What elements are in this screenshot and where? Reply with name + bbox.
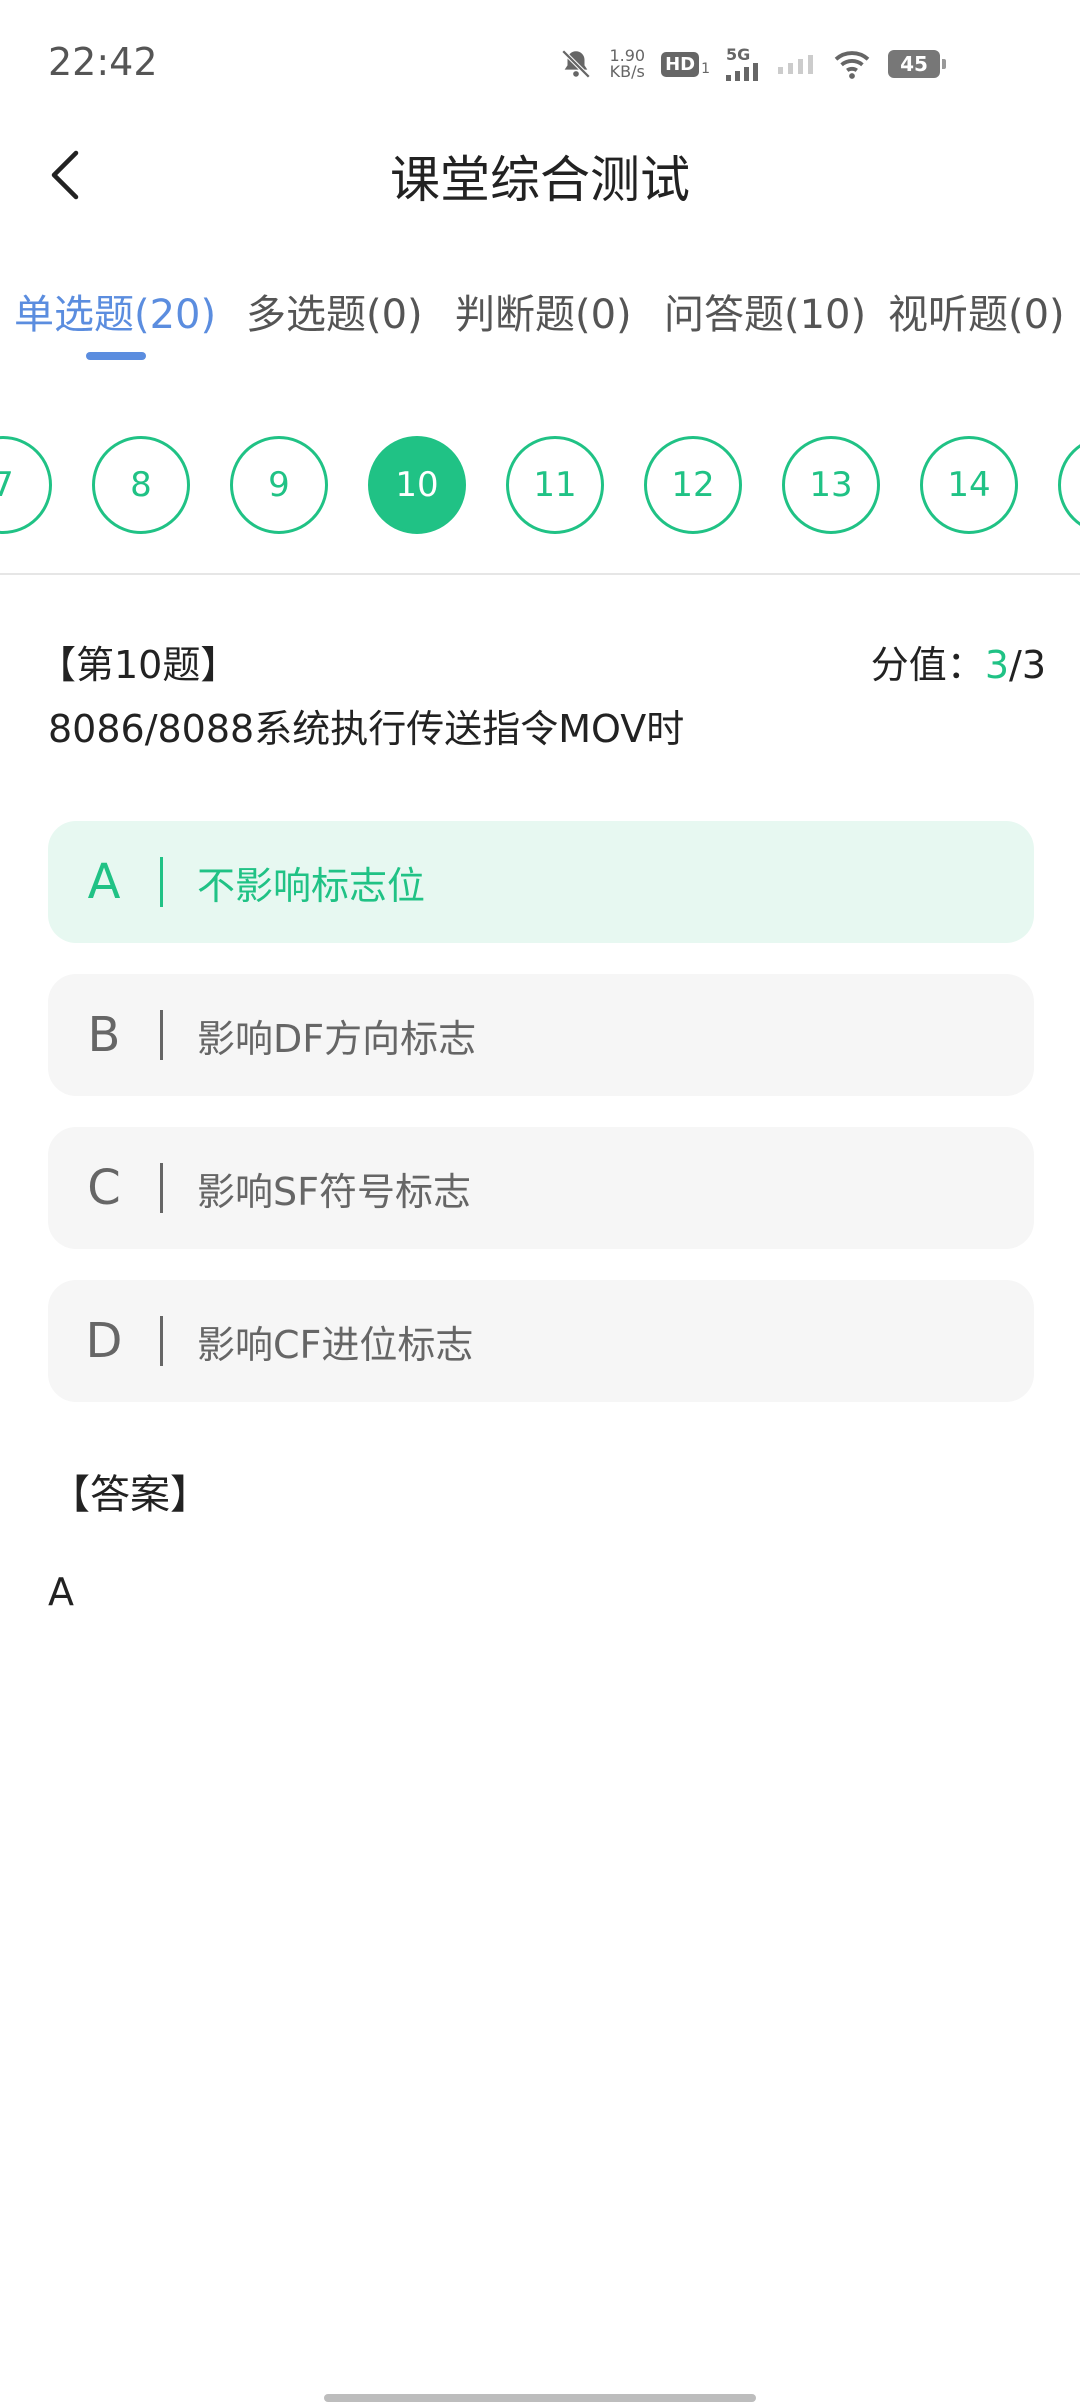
divider xyxy=(0,573,1080,575)
option-letter: D xyxy=(85,1313,123,1369)
tab-audiovisual[interactable]: 视听题(0) xyxy=(888,282,1065,340)
option-b[interactable]: B 影响DF方向标志 xyxy=(48,974,1034,1096)
battery-icon: 45 xyxy=(888,50,946,78)
option-text: 不影响标志位 xyxy=(197,863,426,908)
question-label: 【第10题】 xyxy=(38,643,239,687)
option-a[interactable]: A 不影响标志位 xyxy=(48,821,1034,943)
question-number-button[interactable]: 9 xyxy=(230,436,328,534)
tab-multiple-choice[interactable]: 多选题(0) xyxy=(246,282,423,340)
option-separator xyxy=(160,1010,163,1060)
net-speed: 1.90 KB/s xyxy=(609,46,646,81)
question-number-button-current[interactable]: 10 xyxy=(368,436,466,534)
question-number-button[interactable]: 8 xyxy=(92,436,190,534)
page-title: 课堂综合测试 xyxy=(390,151,690,209)
tab-true-false[interactable]: 判断题(0) xyxy=(455,282,632,340)
question-number-button[interactable]: 15 xyxy=(1058,436,1080,534)
tab-single-choice[interactable]: 单选题(20) xyxy=(14,282,216,340)
question-number-button[interactable]: 7 xyxy=(0,436,52,534)
option-text: 影响DF方向标志 xyxy=(197,1016,477,1061)
signal-5g: 5G xyxy=(726,47,762,81)
option-separator xyxy=(160,1316,163,1366)
answer-value: A xyxy=(48,1570,74,1614)
question-text: 8086/8088系统执行传送指令MOV时 xyxy=(48,707,685,751)
option-letter: A xyxy=(87,854,121,910)
answer-label: 【答案】 xyxy=(50,1472,210,1518)
mute-bell-icon xyxy=(562,49,591,79)
question-score: 分值：3/3 xyxy=(870,643,1046,687)
status-time: 22:42 xyxy=(48,40,158,84)
option-text: 影响CF进位标志 xyxy=(197,1322,474,1367)
signal-icon xyxy=(726,63,758,81)
status-icons: 1.90 KB/s HD 1 5G 45 xyxy=(559,44,946,84)
question-number-strip[interactable]: 7 8 9 10 11 12 13 14 15 xyxy=(0,436,1080,536)
option-separator xyxy=(160,1163,163,1213)
active-tab-indicator xyxy=(86,352,146,360)
question-number-button[interactable]: 13 xyxy=(782,436,880,534)
signal-weak-icon xyxy=(778,55,813,74)
option-c[interactable]: C 影响SF符号标志 xyxy=(48,1127,1034,1249)
question-number-button[interactable]: 12 xyxy=(644,436,742,534)
option-text: 影响SF符号标志 xyxy=(197,1169,471,1214)
option-letter: B xyxy=(87,1007,121,1063)
question-number-button[interactable]: 11 xyxy=(506,436,604,534)
wifi-icon xyxy=(834,51,870,79)
question-type-tabs: 单选题(20) 多选题(0) 判断题(0) 问答题(10) 视听题(0) xyxy=(0,282,1080,362)
tab-short-answer[interactable]: 问答题(10) xyxy=(664,282,866,340)
option-letter: C xyxy=(87,1160,121,1216)
question-number-button[interactable]: 14 xyxy=(920,436,1018,534)
hd-badge: HD 1 xyxy=(661,51,710,77)
home-indicator[interactable] xyxy=(324,2394,756,2402)
option-d[interactable]: D 影响CF进位标志 xyxy=(48,1280,1034,1402)
option-separator xyxy=(160,857,163,907)
status-bar: 22:42 1.90 KB/s HD 1 5G 45 xyxy=(0,0,1080,130)
